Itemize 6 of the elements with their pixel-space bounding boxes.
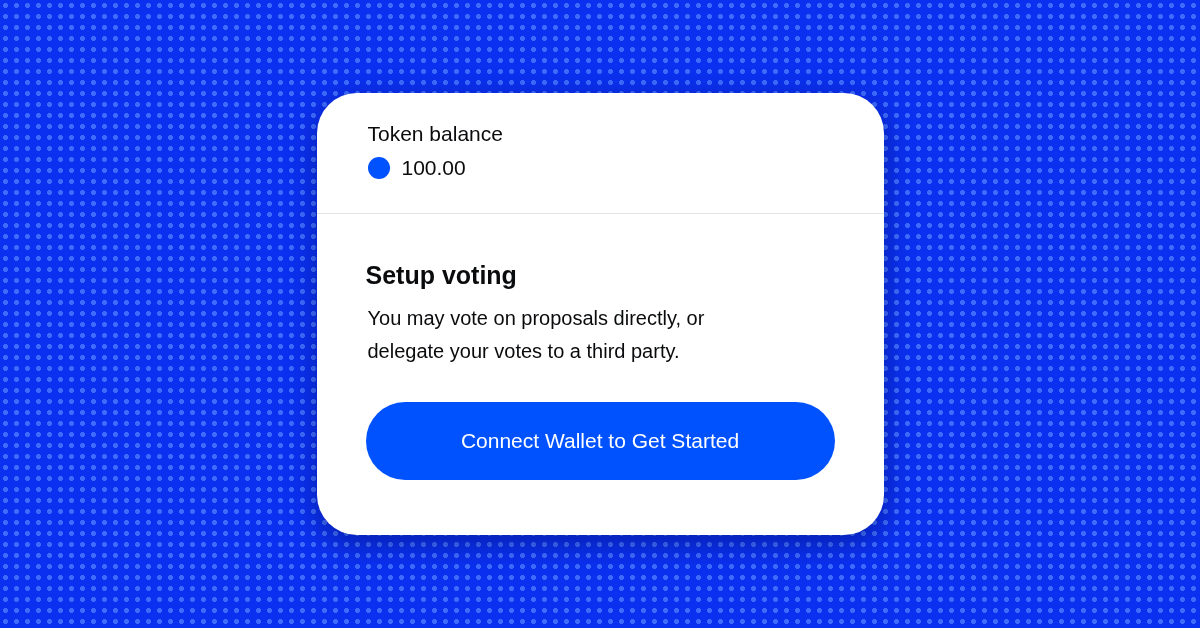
connect-wallet-button[interactable]: Connect Wallet to Get Started xyxy=(365,402,835,480)
token-icon xyxy=(367,157,390,179)
balance-label: Token balance xyxy=(367,121,504,147)
section-description: You may vote on proposals directly, or delegate your votes to a third party. xyxy=(366,306,706,364)
balance-amount: 100.00 xyxy=(401,155,466,181)
section-title: Setup voting xyxy=(365,260,518,290)
